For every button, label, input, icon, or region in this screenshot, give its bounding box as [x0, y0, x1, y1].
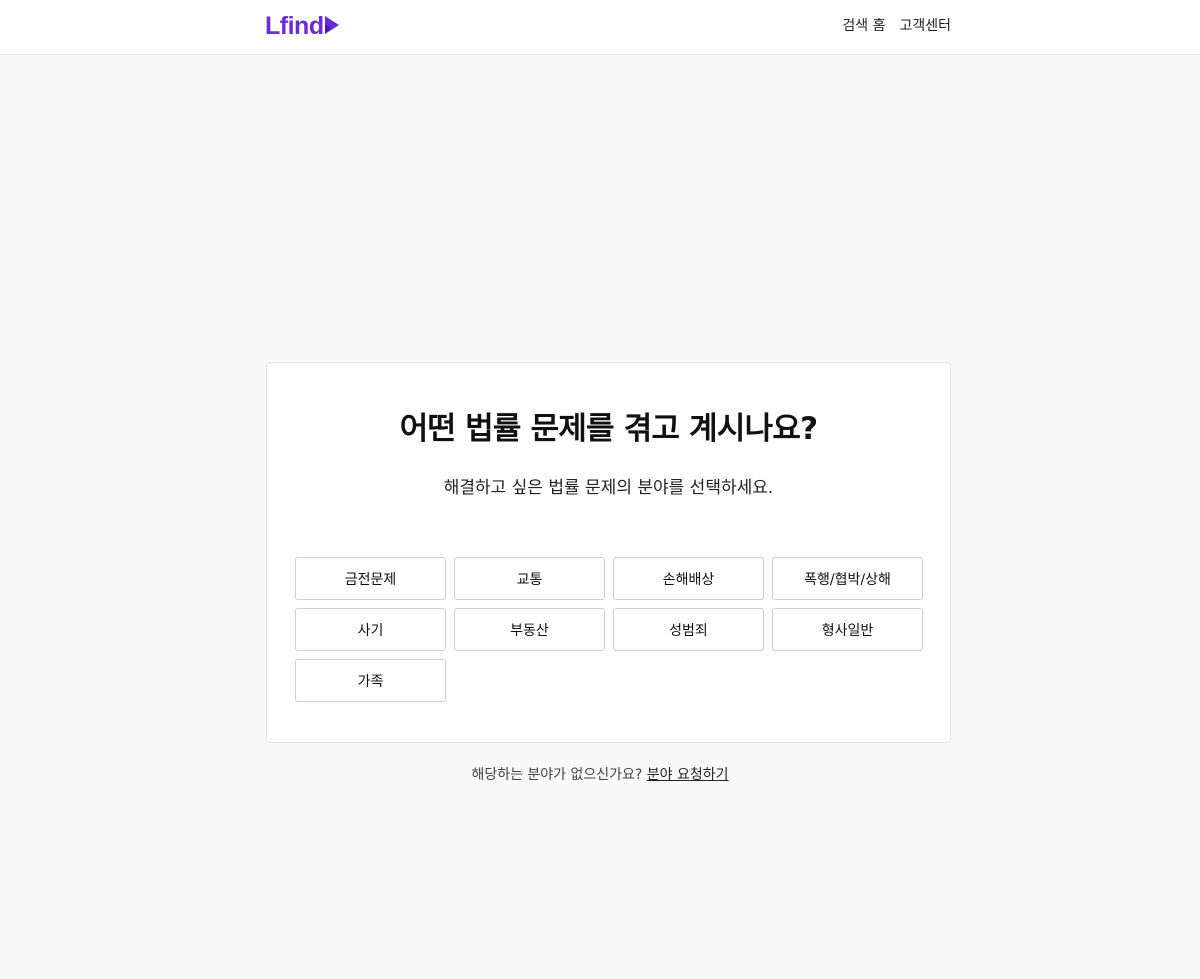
top-header: Lfind 검색 홈 고객센터 [0, 0, 1200, 55]
category-card: 어떤 법률 문제를 겪고 계시나요? 해결하고 싶은 법률 문제의 분야를 선택… [266, 362, 951, 743]
footer-note: 해당하는 분야가 없으신가요? 분야 요청하기 [0, 765, 1200, 785]
top-nav: 검색 홈 고객센터 [842, 16, 951, 36]
category-button-damages[interactable]: 손해배상 [613, 557, 764, 600]
category-button-assault[interactable]: 폭행/협박/상해 [772, 557, 923, 600]
logo-link[interactable]: Lfind [265, 13, 339, 39]
logo-text: Lfind [265, 12, 324, 40]
page-subtitle: 해결하고 싶은 법률 문제의 분야를 선택하세요. [443, 478, 774, 498]
category-button-money[interactable]: 금전문제 [295, 557, 446, 600]
category-button-fraud[interactable]: 사기 [295, 608, 446, 651]
category-button-traffic[interactable]: 교통 [454, 557, 605, 600]
category-button-criminal[interactable]: 형사일반 [772, 608, 923, 651]
footer-question: 해당하는 분야가 없으신가요? [471, 767, 643, 783]
category-grid: 금전문제 교통 손해배상 폭행/협박/상해 사기 부동산 성범죄 형사일반 가족 [295, 557, 923, 702]
nav-customer-center[interactable]: 고객센터 [899, 16, 951, 36]
category-button-real-estate[interactable]: 부동산 [454, 608, 605, 651]
nav-search-home[interactable]: 검색 홈 [842, 16, 885, 36]
request-category-link[interactable]: 분야 요청하기 [647, 767, 729, 783]
category-button-sex-crime[interactable]: 성범죄 [613, 608, 764, 651]
page-title: 어떤 법률 문제를 겪고 계시나요? [399, 411, 818, 447]
logo-play-icon [324, 16, 339, 38]
category-button-family[interactable]: 가족 [295, 659, 446, 702]
